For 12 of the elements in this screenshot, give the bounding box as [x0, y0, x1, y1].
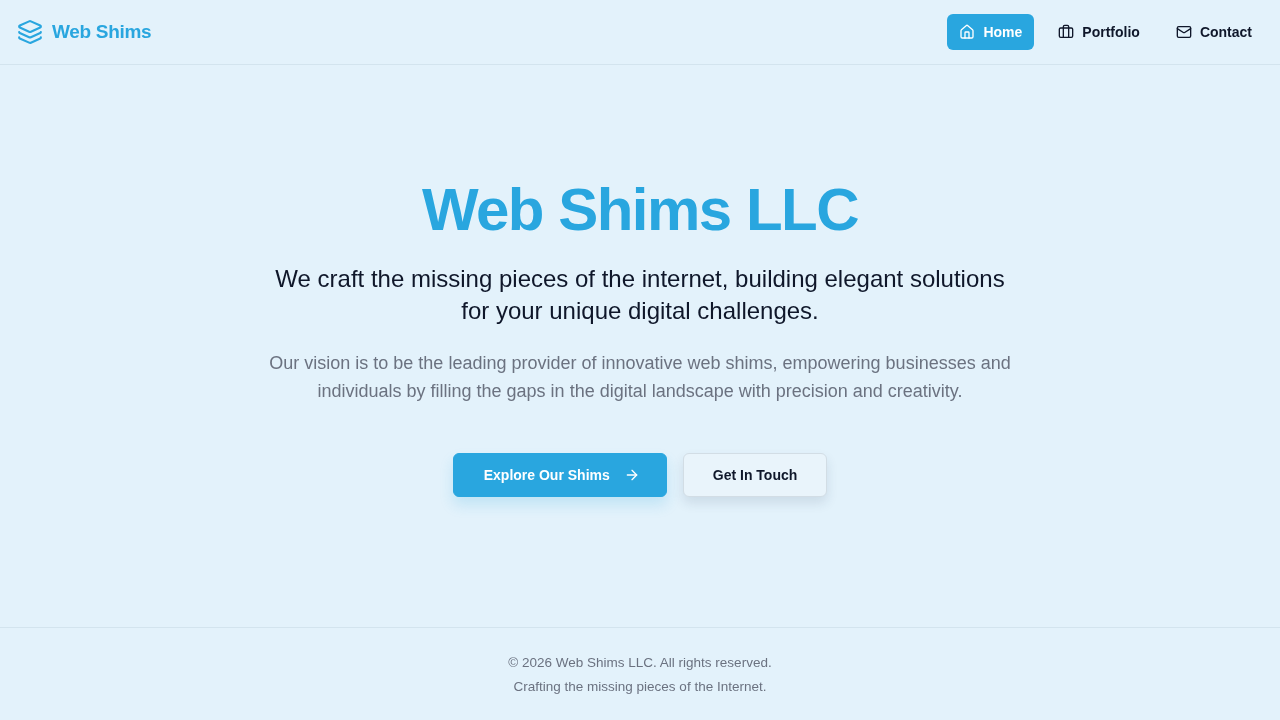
hero-title: Web Shims LLC [421, 177, 859, 243]
nav-link[interactable]: Contact [1163, 14, 1264, 50]
contact-button[interactable]: Get In Touch [682, 453, 828, 497]
home-icon [959, 24, 976, 40]
layers-icon [17, 19, 43, 45]
mail-icon [1175, 24, 1192, 40]
briefcase-icon [1058, 24, 1075, 40]
footer-text: Crafting the missing pieces of the Internet. [513, 678, 767, 696]
footer-text: © 2026 Web Shims LLC. All rights reserved. [508, 654, 772, 672]
hero-subtitle: We craft the missing pieces of the internet, building elegant solutions for your unique digital challenges. [274, 264, 1006, 326]
hero-description: Our vision is to be the leading provider of innovative web shims, empowering businesses and individuals by filling the gaps in the digital landscape with precision and creativity. [268, 352, 1012, 403]
nav-link[interactable]: Portfolio [1046, 14, 1152, 50]
